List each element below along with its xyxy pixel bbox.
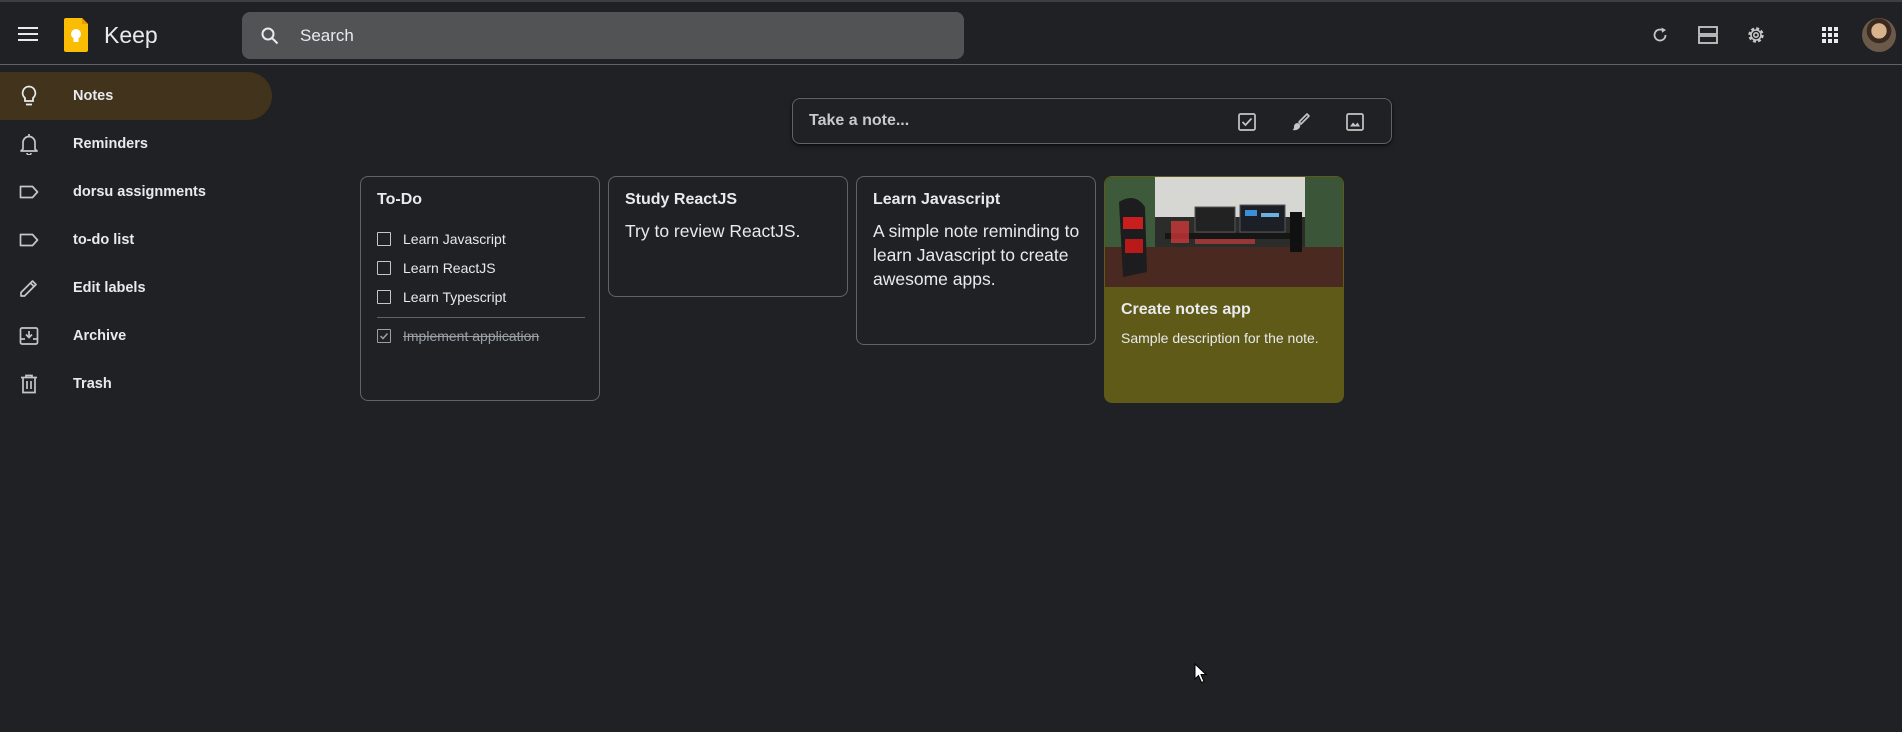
search-icon[interactable] xyxy=(258,24,282,48)
image-icon xyxy=(1346,113,1364,131)
new-drawing-button[interactable] xyxy=(1281,102,1321,142)
apps-grid-icon xyxy=(1822,27,1838,43)
sidebar-item-label: to-do list xyxy=(73,232,135,248)
sidebar-item-label: Reminders xyxy=(73,136,148,152)
list-item-text: Learn Javascript xyxy=(403,231,506,247)
label-icon xyxy=(17,228,41,252)
settings-button[interactable] xyxy=(1736,15,1776,55)
note-title: Create notes app xyxy=(1121,301,1251,318)
note-title: Learn Javascript xyxy=(873,191,1001,208)
new-list-button[interactable] xyxy=(1227,102,1267,142)
label-icon xyxy=(17,180,41,204)
list-item-text: Learn ReactJS xyxy=(403,260,496,276)
gear-icon xyxy=(1748,27,1764,43)
checkbox[interactable] xyxy=(377,261,391,275)
pencil-icon xyxy=(17,276,41,300)
search-bar[interactable] xyxy=(242,12,964,59)
lightbulb-icon xyxy=(17,84,41,108)
take-note-placeholder[interactable]: Take a note... xyxy=(809,112,909,130)
hamburger-menu-icon xyxy=(18,27,38,41)
note-card-todo[interactable]: To-Do Learn Javascript Learn ReactJS Lea… xyxy=(360,176,600,401)
bell-icon xyxy=(17,132,41,156)
keep-logo-icon[interactable] xyxy=(62,17,90,53)
list-item-completed: Implement application xyxy=(377,326,539,346)
checkbox[interactable] xyxy=(377,290,391,304)
app-name[interactable]: Keep xyxy=(104,22,158,49)
sidebar-item-label: Notes xyxy=(73,88,114,104)
mouse-cursor-icon xyxy=(1194,663,1208,684)
list-item: Learn ReactJS xyxy=(377,258,496,278)
sidebar-item-label: Edit labels xyxy=(73,280,146,296)
list-item: Learn Javascript xyxy=(377,229,506,249)
list-view-button[interactable] xyxy=(1688,15,1728,55)
account-avatar[interactable] xyxy=(1862,18,1896,52)
refresh-button[interactable] xyxy=(1640,15,1680,55)
checkbox-checked[interactable] xyxy=(377,329,391,343)
note-card-study-reactjs[interactable]: Study ReactJS Try to review ReactJS. xyxy=(608,176,848,297)
refresh-icon xyxy=(1653,27,1667,42)
list-view-icon xyxy=(1698,26,1718,44)
note-body: A simple note reminding to learn Javascr… xyxy=(873,221,1080,289)
google-apps-button[interactable] xyxy=(1810,15,1850,55)
note-body: Sample description for the note. xyxy=(1121,330,1319,346)
sidebar-item-to-do-list[interactable]: to-do list xyxy=(0,216,272,264)
list-item-text: Learn Typescript xyxy=(403,289,507,305)
list-item-text: Implement application xyxy=(403,328,540,344)
sidebar-item-notes[interactable]: Notes xyxy=(0,72,272,120)
sidebar: Notes Reminders dorsu assignments to-do … xyxy=(0,72,280,408)
note-body: Try to review ReactJS. xyxy=(625,221,801,241)
check-icon xyxy=(379,332,389,340)
checkbox-icon xyxy=(1238,113,1256,131)
sidebar-item-archive[interactable]: Archive xyxy=(0,312,272,360)
note-image xyxy=(1105,177,1343,287)
brush-icon xyxy=(1292,113,1310,131)
divider xyxy=(377,317,585,318)
main-menu-button[interactable] xyxy=(8,14,48,54)
new-image-note-button[interactable] xyxy=(1335,102,1375,142)
sidebar-item-reminders[interactable]: Reminders xyxy=(0,120,272,168)
sidebar-item-trash[interactable]: Trash xyxy=(0,360,272,408)
sidebar-item-label: Archive xyxy=(73,328,127,344)
note-card-learn-javascript[interactable]: Learn Javascript A simple note reminding… xyxy=(856,176,1096,345)
note-title: To-Do xyxy=(377,191,423,208)
checkbox[interactable] xyxy=(377,232,391,246)
list-item: Learn Typescript xyxy=(377,287,506,307)
archive-icon xyxy=(17,324,41,348)
search-input[interactable] xyxy=(300,25,900,46)
sidebar-item-label: Trash xyxy=(73,376,112,392)
note-card-create-notes-app[interactable]: Create notes app Sample description for … xyxy=(1104,176,1344,403)
sidebar-item-dorsu-assignments[interactable]: dorsu assignments xyxy=(0,168,272,216)
sidebar-item-edit-labels[interactable]: Edit labels xyxy=(0,264,272,312)
note-title: Study ReactJS xyxy=(625,191,738,208)
trash-icon xyxy=(17,372,41,396)
top-bar: Keep xyxy=(0,0,1902,65)
sidebar-item-label: dorsu assignments xyxy=(73,184,206,200)
take-note-bar[interactable]: Take a note... xyxy=(792,98,1392,144)
